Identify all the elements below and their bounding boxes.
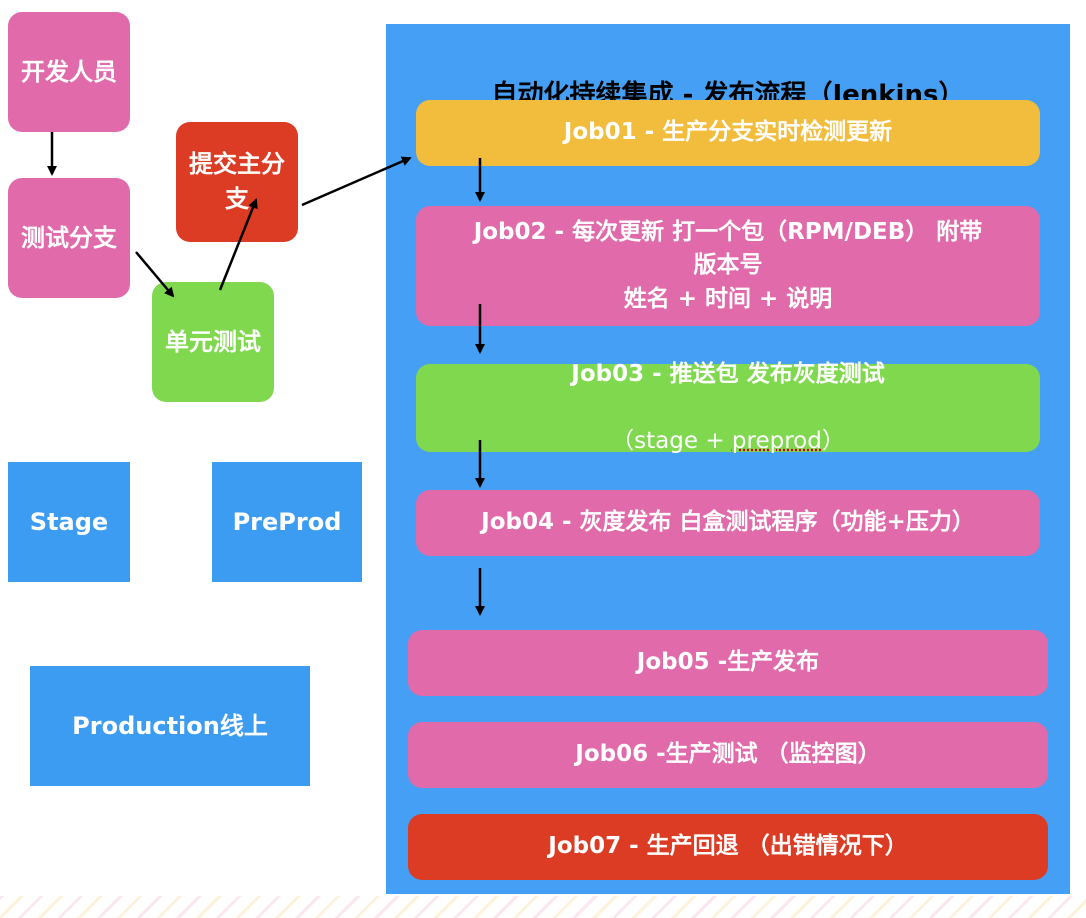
job-04: Job04 - 灰度发布 白盒测试程序（功能+压力）: [416, 490, 1040, 556]
job-03: Job03 - 推送包 发布灰度测试 （stage + preprod）: [416, 361, 1040, 454]
env-preprod: PreProd: [212, 462, 362, 582]
job-05-label: Job05 -生产发布: [636, 649, 820, 676]
node-submit-main-label: 提交主分 支: [189, 150, 285, 213]
job-03-label: Job03 - 推送包 发布灰度测试: [571, 360, 885, 387]
job-06: Job06 -生产测试 （监控图）: [408, 722, 1048, 788]
job-06-label: Job06 -生产测试 （监控图）: [575, 741, 881, 768]
job-03-sub-suffix: ）: [821, 427, 845, 454]
env-stage: Stage: [8, 462, 130, 582]
job-07-label: Job07 - 生产回退 （出错情况下）: [548, 833, 908, 860]
env-production-label: Production线上: [72, 711, 268, 740]
job-03-sub-underlined: preprod: [731, 427, 822, 454]
job-01: Job01 - 生产分支实时检测更新: [416, 100, 1040, 166]
job-02: Job02 - 每次更新 打一个包（RPM/DEB） 附带 版本号 姓名 + 时…: [416, 206, 1040, 326]
env-production: Production线上: [30, 666, 310, 786]
node-test-branch-label: 测试分支: [21, 223, 117, 252]
node-unit-test: 单元测试: [152, 282, 274, 402]
node-test-branch: 测试分支: [8, 178, 130, 298]
env-stage-label: Stage: [29, 507, 109, 536]
node-submit-main: 提交主分 支: [176, 122, 298, 242]
job-01-label: Job01 - 生产分支实时检测更新: [563, 119, 893, 146]
job-05: Job05 -生产发布: [408, 630, 1048, 696]
node-developer: 开发人员: [8, 12, 130, 132]
job-07: Job07 - 生产回退 （出错情况下）: [408, 814, 1048, 880]
job-02-label: Job02 - 每次更新 打一个包（RPM/DEB） 附带 版本号 姓名 + 时…: [473, 218, 983, 312]
decorative-footer-pattern: [0, 896, 1086, 918]
node-unit-test-label: 单元测试: [165, 327, 261, 356]
env-preprod-label: PreProd: [232, 507, 342, 536]
node-developer-label: 开发人员: [21, 57, 117, 86]
job-04-label: Job04 - 灰度发布 白盒测试程序（功能+压力）: [481, 509, 975, 536]
job-03-sub: （stage + preprod）: [611, 391, 845, 458]
job-03-sub-prefix: （stage +: [611, 427, 732, 454]
